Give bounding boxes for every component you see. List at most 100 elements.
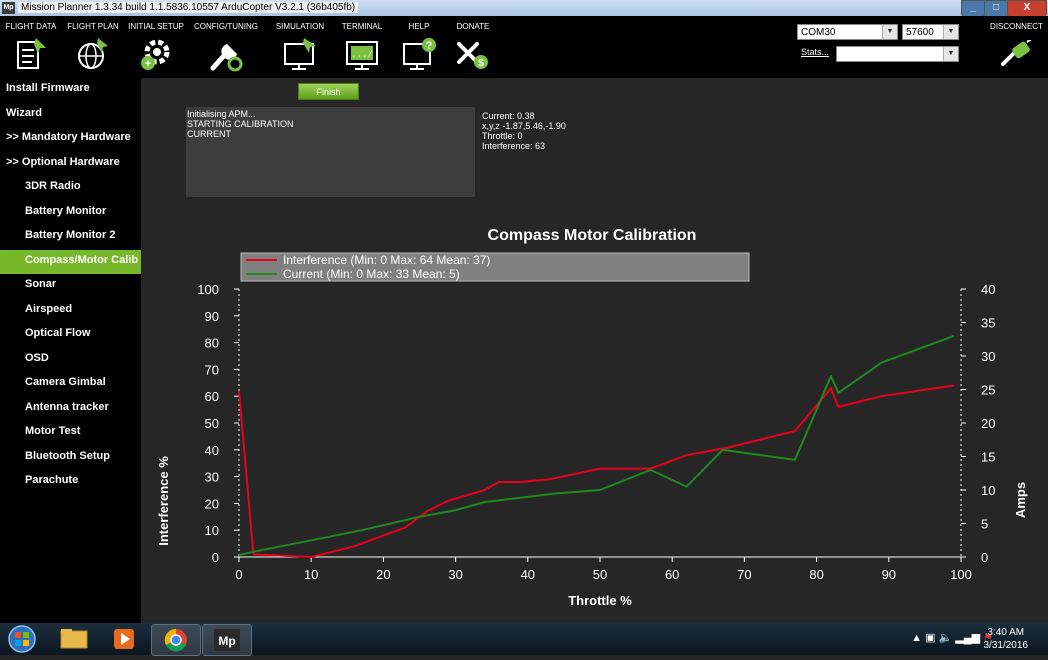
toolbar-donate[interactable]: DONATE $ <box>446 16 500 78</box>
taskbar-clock[interactable]: 3:40 AM 3/31/2016 <box>984 626 1029 652</box>
sidebar-item-label: Optical Flow <box>25 327 91 339</box>
sidebar-item-optical-flow[interactable]: Optical Flow <box>0 323 141 347</box>
x-tick-label: 30 <box>448 567 462 582</box>
toolbar-label: DONATE <box>456 22 490 31</box>
sidebar-item-osd[interactable]: OSD <box>0 348 141 372</box>
sidebar-item-label: 3DR Radio <box>25 180 81 192</box>
legend-label-current: Current (Min: 0 Max: 33 Mean: 5) <box>283 267 460 281</box>
network-icon[interactable]: ▣ <box>925 632 935 644</box>
toolbar-simulation[interactable]: SIMULATION <box>268 16 332 78</box>
sidebar-item-compass-motor-calib[interactable]: Compass/Motor Calib <box>0 249 141 274</box>
tray-expand-icon[interactable]: ▲ <box>911 632 922 644</box>
port-select[interactable]: COM30 ▼ <box>797 24 898 40</box>
window-title: Mission Planner 1.3.34 build 1.1.5836.10… <box>18 2 359 13</box>
sidebar-item-label: Antenna tracker <box>25 400 109 413</box>
sidebar-item-airspeed[interactable]: Airspeed <box>0 299 141 323</box>
sidebar-item-motor-test[interactable]: Motor Test <box>0 421 141 445</box>
chevron-down-icon: ▼ <box>943 47 958 61</box>
sidebar-item-label: Wizard <box>6 106 42 119</box>
y-tick-label: 90 <box>205 309 219 324</box>
y-tick-label: 80 <box>205 336 219 351</box>
sidebar-item-label: Motor Test <box>25 425 81 437</box>
setup-sidebar: Install Firmware Wizard >> Mandatory Har… <box>0 78 141 623</box>
flight-plan-icon <box>78 38 108 69</box>
toolbar-flight-plan[interactable]: FLIGHT PLAN <box>62 16 124 78</box>
sidebar-item-optional-hardware[interactable]: >> Optional Hardware <box>0 152 141 176</box>
svg-text:$: $ <box>478 58 484 69</box>
baud-select[interactable]: 57600 ▼ <box>902 24 959 40</box>
y-tick-label: 70 <box>205 362 219 377</box>
windows-start-icon[interactable] <box>6 624 38 654</box>
sidebar-item-label: Parachute <box>25 474 79 486</box>
toolbar-initial-setup[interactable]: INITIAL SETUP + <box>124 16 188 78</box>
sidebar-item-wizard[interactable]: Wizard <box>0 103 141 127</box>
x-tick-label: 50 <box>593 567 607 582</box>
y2-tick-label: 35 <box>981 316 995 331</box>
sidebar-item-label: >> Mandatory Hardware <box>6 131 131 143</box>
y2-tick-label: 40 <box>981 282 995 297</box>
chevron-down-icon: ▼ <box>882 25 897 39</box>
toolbar-terminal[interactable]: TERMINAL .../ <box>334 16 390 78</box>
toolbar-label: CONFIG/TUNING <box>194 22 258 31</box>
sidebar-item-sonar[interactable]: Sonar <box>0 274 141 298</box>
sidebar-item-battery-monitor[interactable]: Battery Monitor <box>0 201 141 225</box>
y-tick-label: 10 <box>205 523 219 538</box>
calibration-chart-svg: Compass Motor Calibration Interference (… <box>144 213 1044 621</box>
sidebar-item-label: Sonar <box>25 278 57 290</box>
calibration-stats: Current: 0.38 x,y,z -1.87,5.46,-1.90 Thr… <box>482 111 566 151</box>
sidebar-item-install-firmware[interactable]: Install Firmware <box>0 78 141 102</box>
close-button[interactable]: X <box>1007 0 1047 17</box>
sidebar-item-battery-monitor-2[interactable]: Battery Monitor 2 <box>0 225 141 249</box>
toolbar-label: SIMULATION <box>275 22 325 31</box>
y2-tick-label: 20 <box>981 416 995 431</box>
sidebar-item-parachute[interactable]: Parachute <box>0 470 141 494</box>
sidebar-item-camera-gimbal[interactable]: Camera Gimbal <box>0 372 141 396</box>
finish-button[interactable]: Finish <box>298 83 359 100</box>
config-tuning-icon <box>210 44 243 72</box>
file-explorer-icon[interactable] <box>52 624 96 654</box>
sidebar-item-label: >> Optional Hardware <box>6 155 120 168</box>
toolbar-label: TERMINAL <box>341 22 383 31</box>
y2-tick-label: 10 <box>981 483 995 498</box>
throttle-readout: Throttle: 0 <box>482 131 523 141</box>
maximize-button[interactable]: □ <box>984 0 1008 17</box>
simulation-icon <box>284 38 316 70</box>
clock-date: 3/31/2016 <box>983 640 1029 651</box>
toolbar-label: FLIGHT DATA <box>5 22 57 31</box>
interference-readout: Interference: 63 <box>482 141 546 151</box>
sidebar-item-bluetooth-setup[interactable]: Bluetooth Setup <box>0 446 141 470</box>
stats-select[interactable]: ▼ <box>836 46 959 62</box>
window-titlebar: Mp Mission Planner 1.3.34 build 1.1.5836… <box>0 0 1048 17</box>
x-tick-label: 40 <box>521 567 535 582</box>
media-player-icon[interactable] <box>102 624 146 654</box>
current-readout: Current: 0.38 <box>482 111 535 121</box>
disconnect-button[interactable]: DISCONNECT <box>985 16 1048 78</box>
sidebar-item-antenna-tracker[interactable]: Antenna tracker <box>0 397 141 421</box>
donate-icon: $ <box>457 42 488 69</box>
toolbar-flight-data[interactable]: FLIGHT DATA <box>0 16 62 78</box>
svg-text:.../: .../ <box>351 50 373 60</box>
disconnect-label: DISCONNECT <box>990 22 1043 31</box>
sidebar-item-label: Install Firmware <box>6 82 90 94</box>
toolbar-config-tuning[interactable]: CONFIG/TUNING <box>188 16 264 78</box>
volume-icon[interactable]: 🔈 <box>939 632 953 644</box>
y2-tick-label: 30 <box>981 349 995 364</box>
sidebar-item-mandatory-hardware[interactable]: >> Mandatory Hardware <box>0 127 141 151</box>
sidebar-item-3dr-radio[interactable]: 3DR Radio <box>0 176 141 200</box>
sidebar-item-label: Compass/Motor Calib <box>25 253 139 266</box>
legend-label-interference: Interference (Min: 0 Max: 64 Mean: 37) <box>283 253 490 267</box>
y-tick-label: 50 <box>205 416 219 431</box>
toolbar-label: INITIAL SETUP <box>128 22 184 31</box>
main-toolbar: FLIGHT DATA FLIGHT PLAN INITIAL SETUP + … <box>0 16 1048 78</box>
svg-text:Mp: Mp <box>218 634 235 648</box>
sidebar-item-label: Airspeed <box>25 302 73 315</box>
sidebar-item-label: Bluetooth Setup <box>25 449 110 462</box>
minimize-button[interactable]: _ <box>961 0 985 17</box>
stats-link[interactable]: Stats... <box>801 47 829 57</box>
mission-planner-icon[interactable]: Mp <box>202 624 252 656</box>
chrome-icon[interactable] <box>151 624 201 656</box>
signal-icon[interactable]: ▂▄▆ <box>955 632 980 644</box>
toolbar-help[interactable]: HELP ? <box>392 16 446 78</box>
log-line: Initialising APM... <box>187 109 256 119</box>
y2-tick-label: 15 <box>981 450 995 465</box>
